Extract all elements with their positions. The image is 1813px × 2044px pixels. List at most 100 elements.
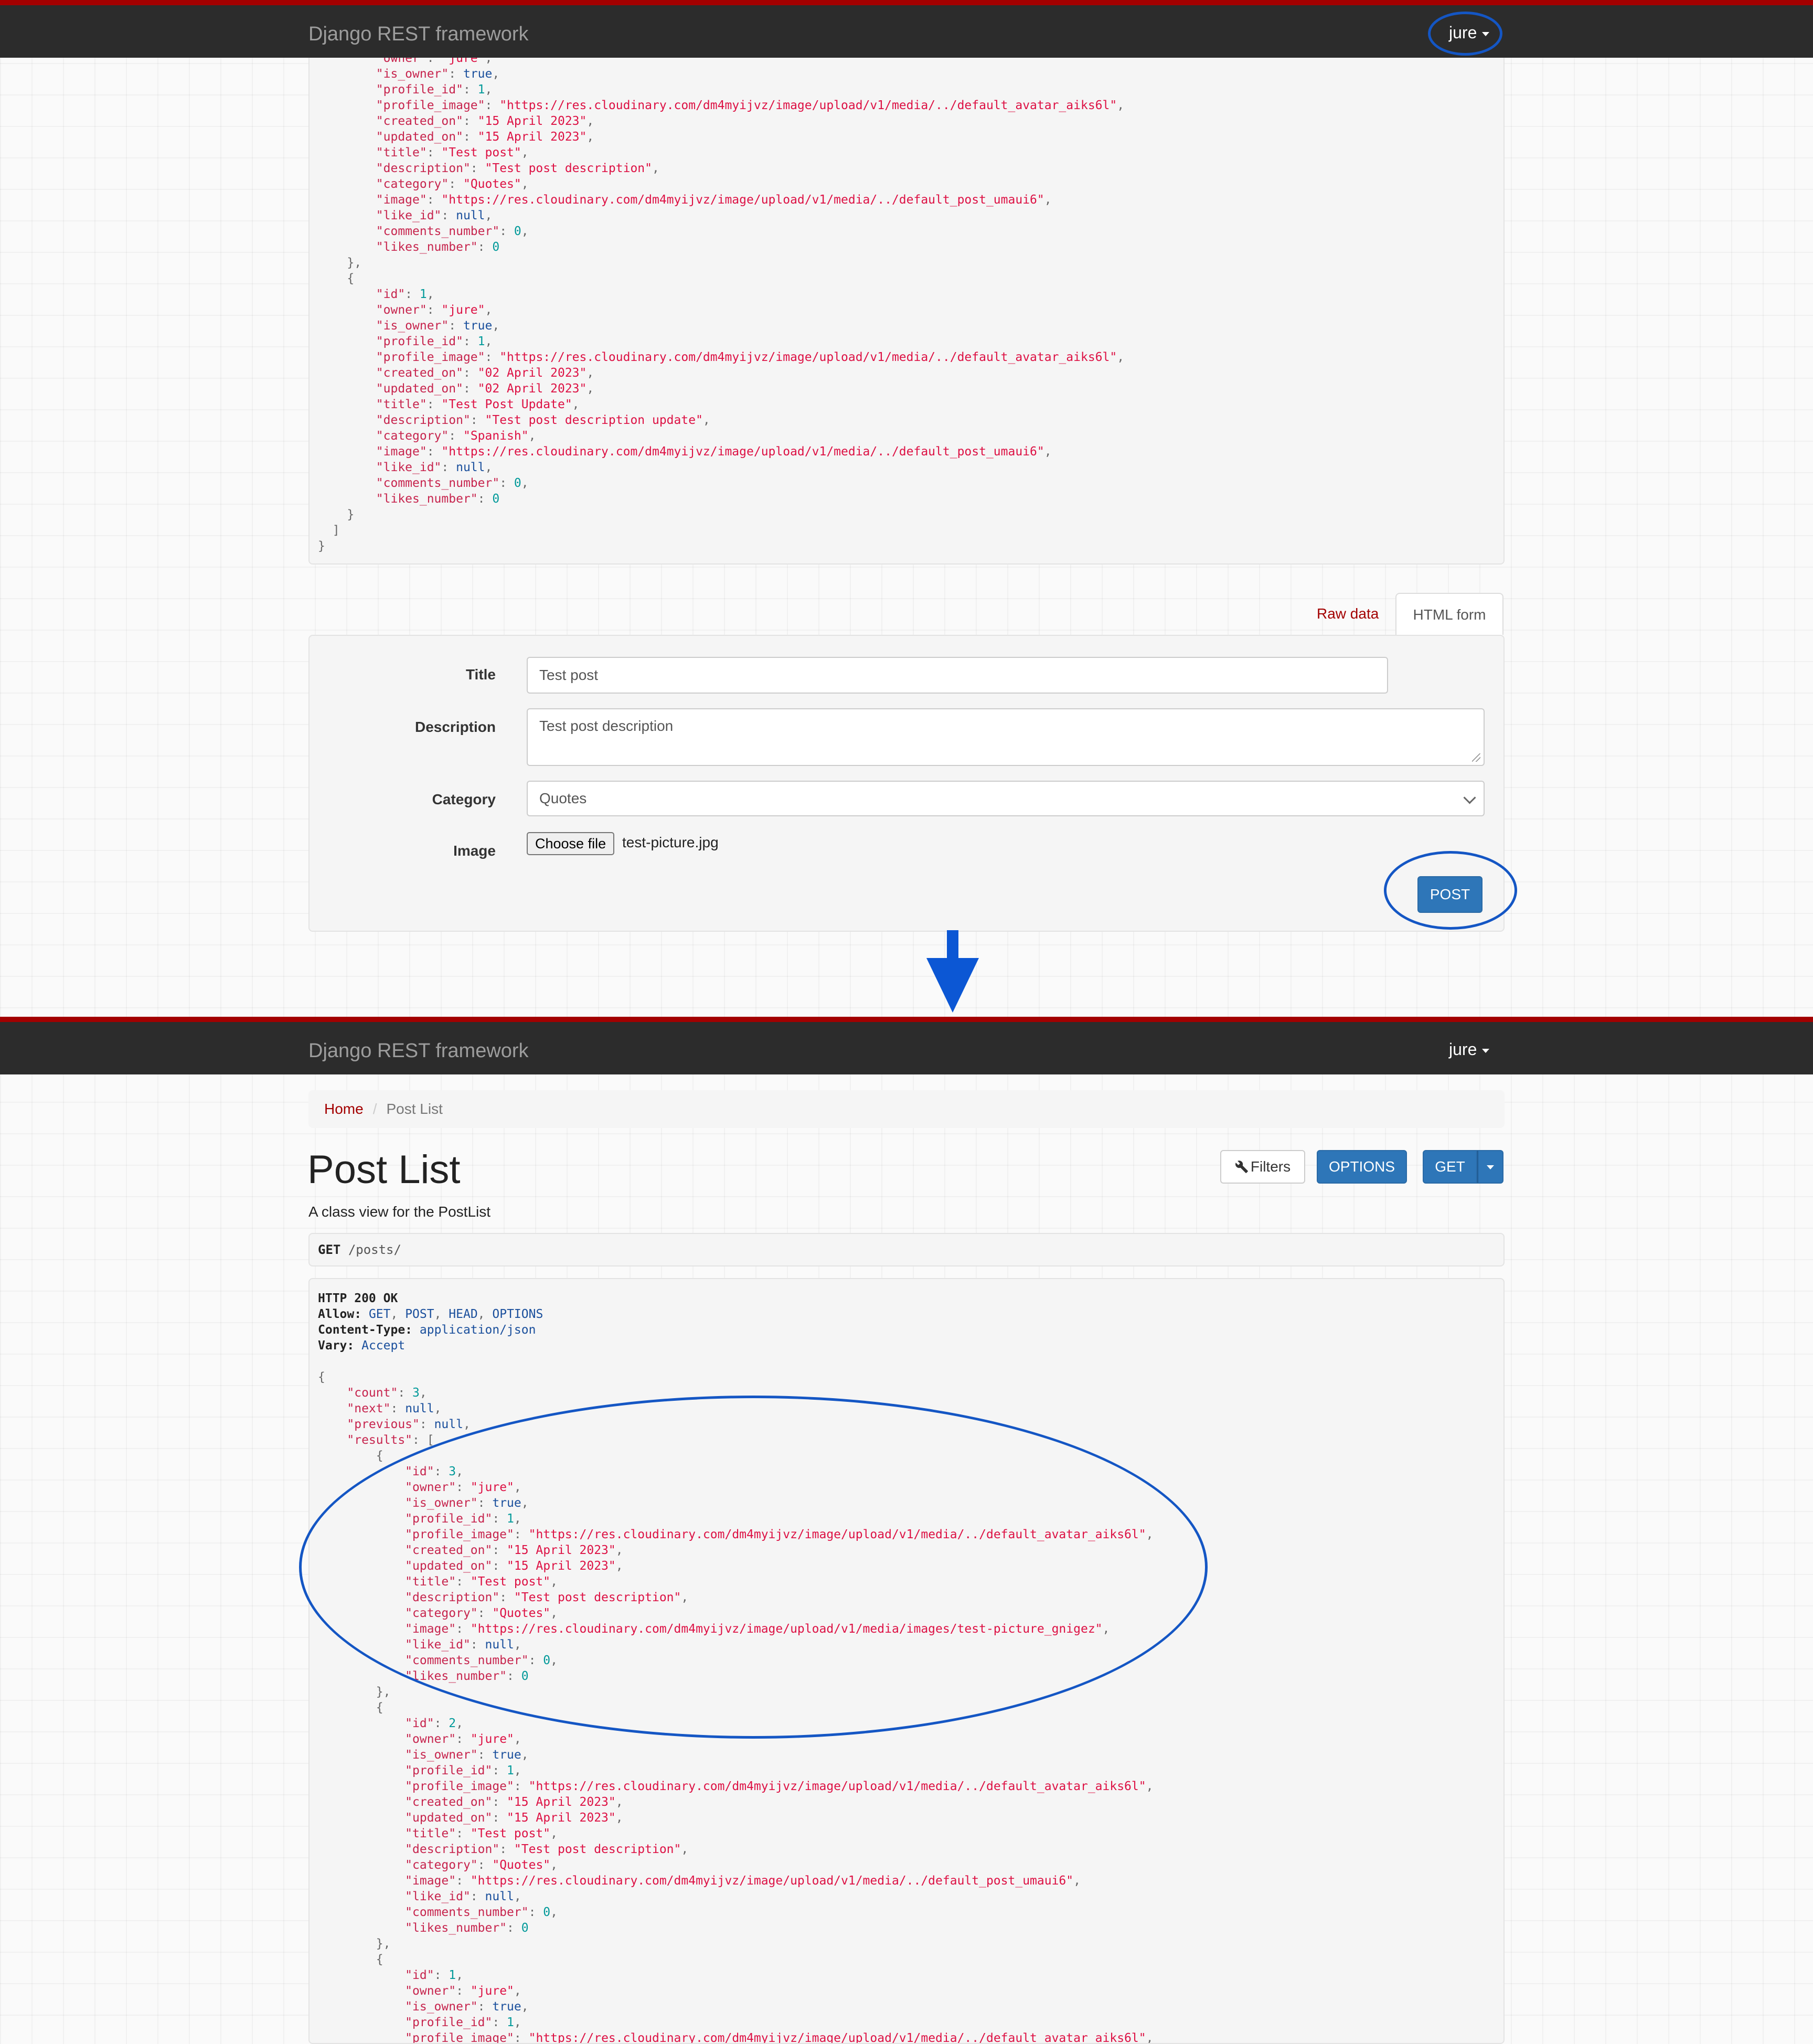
json-token: Allow: — [318, 1307, 369, 1321]
json-token: , — [426, 288, 434, 301]
category-select[interactable]: Quotes — [527, 781, 1485, 816]
json-token: "next" — [347, 1402, 391, 1415]
breadcrumb: Home / Post List — [308, 1090, 1505, 1128]
json-token: HEAD — [449, 1307, 478, 1321]
json-token: , — [456, 1968, 463, 1982]
json-token: : — [463, 130, 478, 144]
json-token: : — [426, 445, 442, 459]
json-token: : — [463, 382, 478, 396]
annotation-circle-post — [1384, 851, 1517, 930]
options-button[interactable]: OPTIONS — [1317, 1150, 1407, 1184]
json-line: "profile_image": "https://res.cloudinary… — [318, 349, 1503, 365]
json-line: "title": "Test Post Update", — [318, 397, 1503, 412]
json-token: , — [521, 225, 529, 238]
json-token: "Test post description update" — [485, 413, 703, 427]
json-line: "created_on": "02 April 2023", — [318, 365, 1503, 381]
json-token: 1 — [477, 335, 485, 348]
user-menu[interactable]: jure — [1449, 1040, 1490, 1059]
json-token: : — [449, 429, 463, 443]
json-token: "previous" — [347, 1418, 420, 1431]
json-token: , — [419, 1386, 427, 1400]
json-token: null — [434, 1418, 463, 1431]
json-token: "like_id" — [376, 461, 442, 474]
json-token: { — [318, 1701, 383, 1715]
tab-raw-data[interactable]: Raw data — [1301, 593, 1394, 635]
navbar-brand[interactable]: Django REST framework — [308, 1040, 529, 1062]
json-token: : — [426, 398, 442, 411]
request-path: /posts/ — [348, 1242, 401, 1257]
json-token: , — [514, 1890, 521, 1903]
json-line: "id": 1, — [318, 1967, 1503, 1983]
tab-html-form[interactable]: HTML form — [1395, 593, 1503, 635]
json-token: : — [492, 1811, 507, 1825]
json-token: "15 April 2023" — [477, 114, 587, 128]
json-line: "title": "Test post", — [318, 1826, 1503, 1841]
json-token: "owner" — [405, 1732, 456, 1746]
navbar: Django REST framework jure — [0, 0, 1813, 58]
description-value: Test post description — [539, 718, 674, 734]
breadcrumb-home[interactable]: Home — [324, 1101, 364, 1117]
json-token: Accept — [361, 1339, 406, 1353]
json-token: "created_on" — [376, 366, 463, 380]
get-button[interactable]: GET — [1423, 1150, 1477, 1184]
json-token: : — [492, 1795, 507, 1809]
json-token: "is_owner" — [376, 319, 449, 333]
json-token: "comments_number" — [376, 225, 500, 238]
json-line: "likes_number": 0 — [318, 491, 1503, 507]
get-format-dropdown[interactable] — [1477, 1150, 1503, 1184]
json-line: "likes_number": 0 — [318, 239, 1503, 255]
json-token: "jure" — [441, 303, 485, 317]
resize-handle-icon[interactable] — [1472, 753, 1480, 762]
json-token: , — [550, 1858, 558, 1872]
json-token: "updated_on" — [405, 1811, 493, 1825]
json-token: 2 — [449, 1717, 456, 1730]
json-token: "description" — [376, 413, 471, 427]
json-token: , — [586, 382, 594, 396]
json-token: 0 — [492, 492, 500, 506]
navbar: Django REST framework jure — [0, 1017, 1813, 1074]
filters-button[interactable]: Filters — [1220, 1150, 1305, 1184]
json-token: "Quotes" — [463, 177, 521, 191]
navbar-brand[interactable]: Django REST framework — [308, 23, 529, 46]
json-token: , — [485, 303, 493, 317]
json-token: : — [507, 1921, 521, 1935]
json-token: true — [463, 67, 493, 81]
json-token: null — [405, 1402, 434, 1415]
json-line: "description": "Test post description up… — [318, 412, 1503, 428]
json-line: "id": 1, — [318, 286, 1503, 302]
choose-file-button[interactable]: Choose file — [527, 832, 615, 855]
json-token: Vary: — [318, 1339, 362, 1353]
json-line: "is_owner": true, — [318, 1747, 1503, 1763]
json-line: "owner": "jure", — [318, 302, 1503, 318]
json-token: "Spanish" — [463, 429, 529, 443]
response-json-box: "owner": "jure", "is_owner": true, "prof… — [308, 52, 1505, 565]
title-input[interactable]: Test post — [527, 657, 1388, 694]
json-token: 0 — [492, 240, 500, 254]
json-token: "15 April 2023" — [477, 130, 587, 144]
description-textarea[interactable]: Test post description — [527, 708, 1485, 766]
json-token: "profile_image" — [376, 350, 485, 364]
json-line: ] — [318, 523, 1503, 538]
json-token: , — [521, 476, 529, 490]
json-token: , — [652, 162, 659, 175]
json-token: , — [434, 1402, 442, 1415]
json-line: "owner": "jure", — [318, 1983, 1503, 1999]
json-token: "owner" — [405, 1984, 456, 1998]
json-token: , — [456, 1717, 463, 1730]
